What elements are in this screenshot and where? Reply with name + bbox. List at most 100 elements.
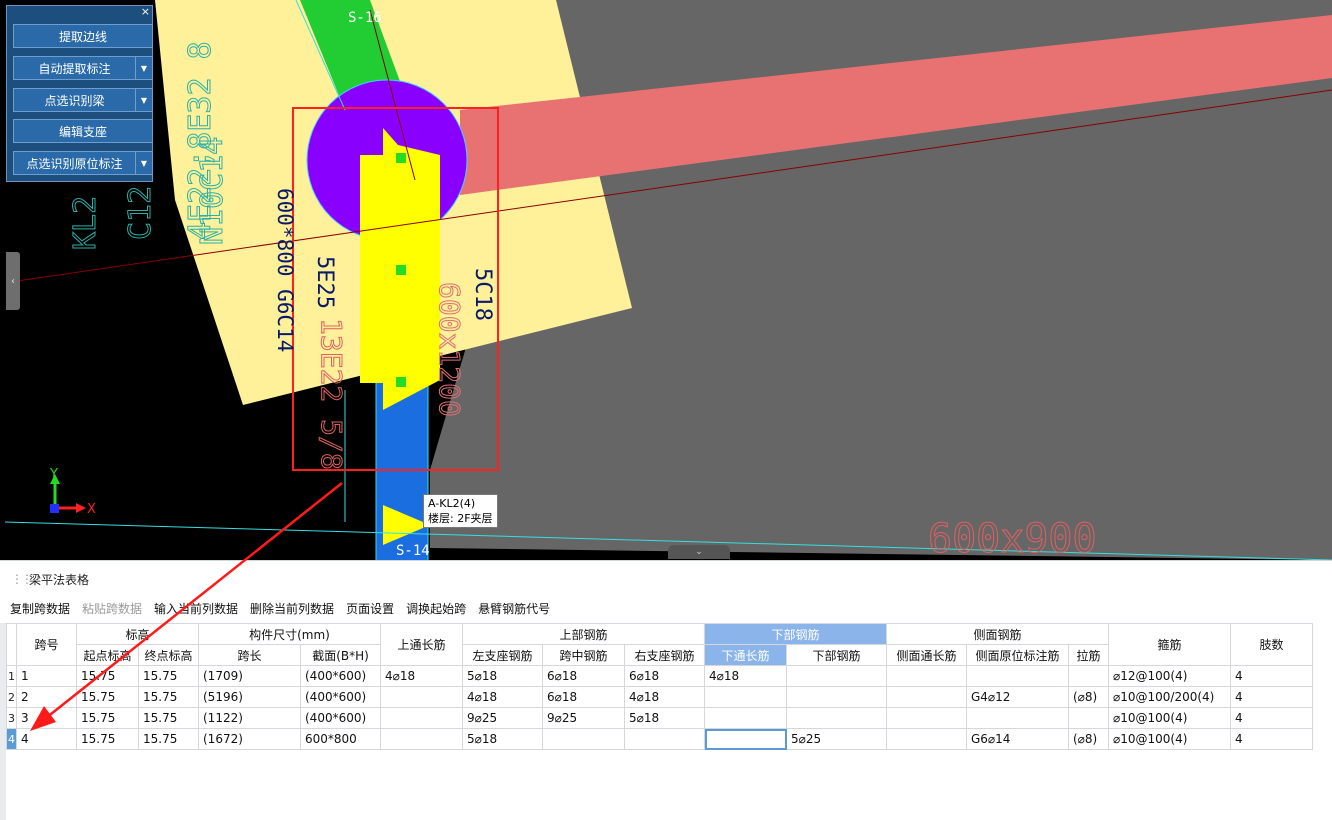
copy-span-data-button[interactable]: 复制跨数据 xyxy=(10,600,70,617)
grip-point[interactable] xyxy=(396,265,406,275)
header-right-seat[interactable]: 右支座钢筋 xyxy=(624,644,705,666)
header-bottom-long[interactable]: 下通长筋 xyxy=(704,644,787,666)
cell-span[interactable]: 3 xyxy=(16,707,77,729)
cell-span[interactable]: 1 xyxy=(16,665,77,687)
header-span-len[interactable]: 跨长 xyxy=(198,644,301,666)
cell-left-seat[interactable]: 9⌀25 xyxy=(462,707,543,729)
delete-column-data-button[interactable]: 删除当前列数据 xyxy=(250,600,334,617)
cell-mid-span[interactable] xyxy=(542,728,625,750)
cell-end-elev[interactable]: 15.75 xyxy=(138,686,199,708)
cell-start-elev[interactable]: 15.75 xyxy=(76,707,139,729)
cell-bottom-bar[interactable] xyxy=(786,686,887,708)
cell-side-orig[interactable]: G6⌀14 xyxy=(966,728,1069,750)
header-side-long[interactable]: 侧面通长筋 xyxy=(886,644,967,666)
cell-top-long[interactable] xyxy=(380,728,463,750)
cell-side-long[interactable] xyxy=(886,707,967,729)
cell-stirrup[interactable]: ⌀10@100(4) xyxy=(1108,707,1231,729)
cell-bottom-long[interactable]: 4⌀18 xyxy=(704,665,787,687)
cell-right-seat[interactable]: 6⌀18 xyxy=(624,665,705,687)
header-start-elev[interactable]: 起点标高 xyxy=(76,644,139,666)
cell-end-elev[interactable]: 15.75 xyxy=(138,665,199,687)
cell-bottom-long[interactable] xyxy=(704,707,787,729)
panel-close-icon[interactable]: × xyxy=(141,6,150,18)
header-span-no[interactable]: 跨号 xyxy=(16,623,77,666)
drag-grip-icon[interactable]: ⋮⋮ xyxy=(11,572,33,586)
cell-end-elev[interactable]: 15.75 xyxy=(138,707,199,729)
cell-mid-span[interactable]: 6⌀18 xyxy=(542,665,625,687)
cell-span-len[interactable]: (1709) xyxy=(198,665,301,687)
pick-recognize-original-label-button[interactable]: 点选识别原位标注 ▼ xyxy=(13,151,153,175)
row-number[interactable]: 1 xyxy=(6,665,17,687)
cell-start-elev[interactable]: 15.75 xyxy=(76,665,139,687)
cell-right-seat[interactable] xyxy=(624,728,705,750)
header-top-long[interactable]: 上通长筋 xyxy=(380,623,463,666)
cell-stirrup[interactable]: ⌀10@100/200(4) xyxy=(1108,686,1231,708)
cell-tie[interactable] xyxy=(1068,707,1109,729)
header-section[interactable]: 截面(B*H) xyxy=(300,644,381,666)
dropdown-arrow-icon[interactable]: ▼ xyxy=(135,89,152,111)
cell-section[interactable]: (400*600) xyxy=(300,665,381,687)
cell-span-len[interactable]: (1122) xyxy=(198,707,301,729)
collapse-bottom-handle[interactable]: ⌄ xyxy=(668,545,730,559)
cell-side-orig[interactable]: G4⌀12 xyxy=(966,686,1069,708)
header-stirrup[interactable]: 箍筋 xyxy=(1108,623,1231,666)
cell-top-long[interactable]: 4⌀18 xyxy=(380,665,463,687)
cell-top-long[interactable] xyxy=(380,707,463,729)
cell-stirrup[interactable]: ⌀12@100(4) xyxy=(1108,665,1231,687)
cell-left-seat[interactable]: 4⌀18 xyxy=(462,686,543,708)
cell-side-long[interactable] xyxy=(886,665,967,687)
row-number[interactable]: 3 xyxy=(6,707,17,729)
header-tie[interactable]: 拉筋 xyxy=(1068,644,1109,666)
cell-right-seat[interactable]: 4⌀18 xyxy=(624,686,705,708)
cell-bottom-long[interactable] xyxy=(704,686,787,708)
header-mid-span[interactable]: 跨中钢筋 xyxy=(542,644,625,666)
cell-start-elev[interactable]: 15.75 xyxy=(76,686,139,708)
header-size[interactable]: 构件尺寸(mm) xyxy=(198,623,381,645)
header-left-seat[interactable]: 左支座钢筋 xyxy=(462,644,543,666)
cell-legs[interactable]: 4 xyxy=(1230,728,1313,750)
cell-side-orig[interactable] xyxy=(966,665,1069,687)
header-end-elev[interactable]: 终点标高 xyxy=(138,644,199,666)
cell-legs[interactable]: 4 xyxy=(1230,686,1313,708)
cell-section[interactable]: 600*800 xyxy=(300,728,381,750)
dropdown-arrow-icon[interactable]: ▼ xyxy=(135,152,152,174)
pick-recognize-beam-button[interactable]: 点选识别梁 ▼ xyxy=(13,88,153,112)
cell-side-orig[interactable] xyxy=(966,707,1069,729)
cell-span-len[interactable]: (1672) xyxy=(198,728,301,750)
cad-viewport[interactable]: S-16 S-14 5C18 5E25 600*800 G6C14 13E22 … xyxy=(0,0,1332,560)
cell-mid-span[interactable]: 6⌀18 xyxy=(542,686,625,708)
page-setup-button[interactable]: 页面设置 xyxy=(346,600,394,617)
cell-span-len[interactable]: (5196) xyxy=(198,686,301,708)
row-number[interactable]: 2 xyxy=(6,686,17,708)
cantilever-code-button[interactable]: 悬臂钢筋代号 xyxy=(478,600,550,617)
cell-section[interactable]: (400*600) xyxy=(300,686,381,708)
cell-end-elev[interactable]: 15.75 xyxy=(138,728,199,750)
cell-span[interactable]: 2 xyxy=(16,686,77,708)
cell-legs[interactable]: 4 xyxy=(1230,707,1313,729)
header-elevation[interactable]: 标高 xyxy=(76,623,199,645)
header-legs[interactable]: 肢数 xyxy=(1230,623,1313,666)
header-side-orig[interactable]: 侧面原位标注筋 xyxy=(966,644,1069,666)
edit-support-button[interactable]: 编辑支座 xyxy=(13,119,153,143)
header-bottom-bar[interactable]: 下部钢筋 xyxy=(786,644,887,666)
cell-tie[interactable]: (⌀8) xyxy=(1068,728,1109,750)
dropdown-arrow-icon[interactable]: ▼ xyxy=(135,57,152,79)
cell-tie[interactable]: (⌀8) xyxy=(1068,686,1109,708)
header-bottom-bars[interactable]: 下部钢筋 xyxy=(704,623,887,645)
cell-side-long[interactable] xyxy=(886,686,967,708)
panel-titlebar[interactable]: ⋮⋮ 梁平法表格 xyxy=(0,569,89,589)
cell-right-seat[interactable]: 5⌀18 xyxy=(624,707,705,729)
paste-span-data-button[interactable]: 粘贴跨数据 xyxy=(82,600,142,617)
grip-point[interactable] xyxy=(396,153,406,163)
cell-left-seat[interactable]: 5⌀18 xyxy=(462,728,543,750)
header-top-bars[interactable]: 上部钢筋 xyxy=(462,623,705,645)
cell-tie[interactable] xyxy=(1068,665,1109,687)
extract-edge-button[interactable]: 提取边线 xyxy=(13,24,153,48)
cell-start-elev[interactable]: 15.75 xyxy=(76,728,139,750)
cell-section[interactable]: (400*600) xyxy=(300,707,381,729)
grip-point[interactable] xyxy=(396,377,406,387)
cell-mid-span[interactable]: 9⌀25 xyxy=(542,707,625,729)
input-column-data-button[interactable]: 输入当前列数据 xyxy=(154,600,238,617)
header-side-bars[interactable]: 侧面钢筋 xyxy=(886,623,1109,645)
cell-bottom-bar[interactable] xyxy=(786,665,887,687)
